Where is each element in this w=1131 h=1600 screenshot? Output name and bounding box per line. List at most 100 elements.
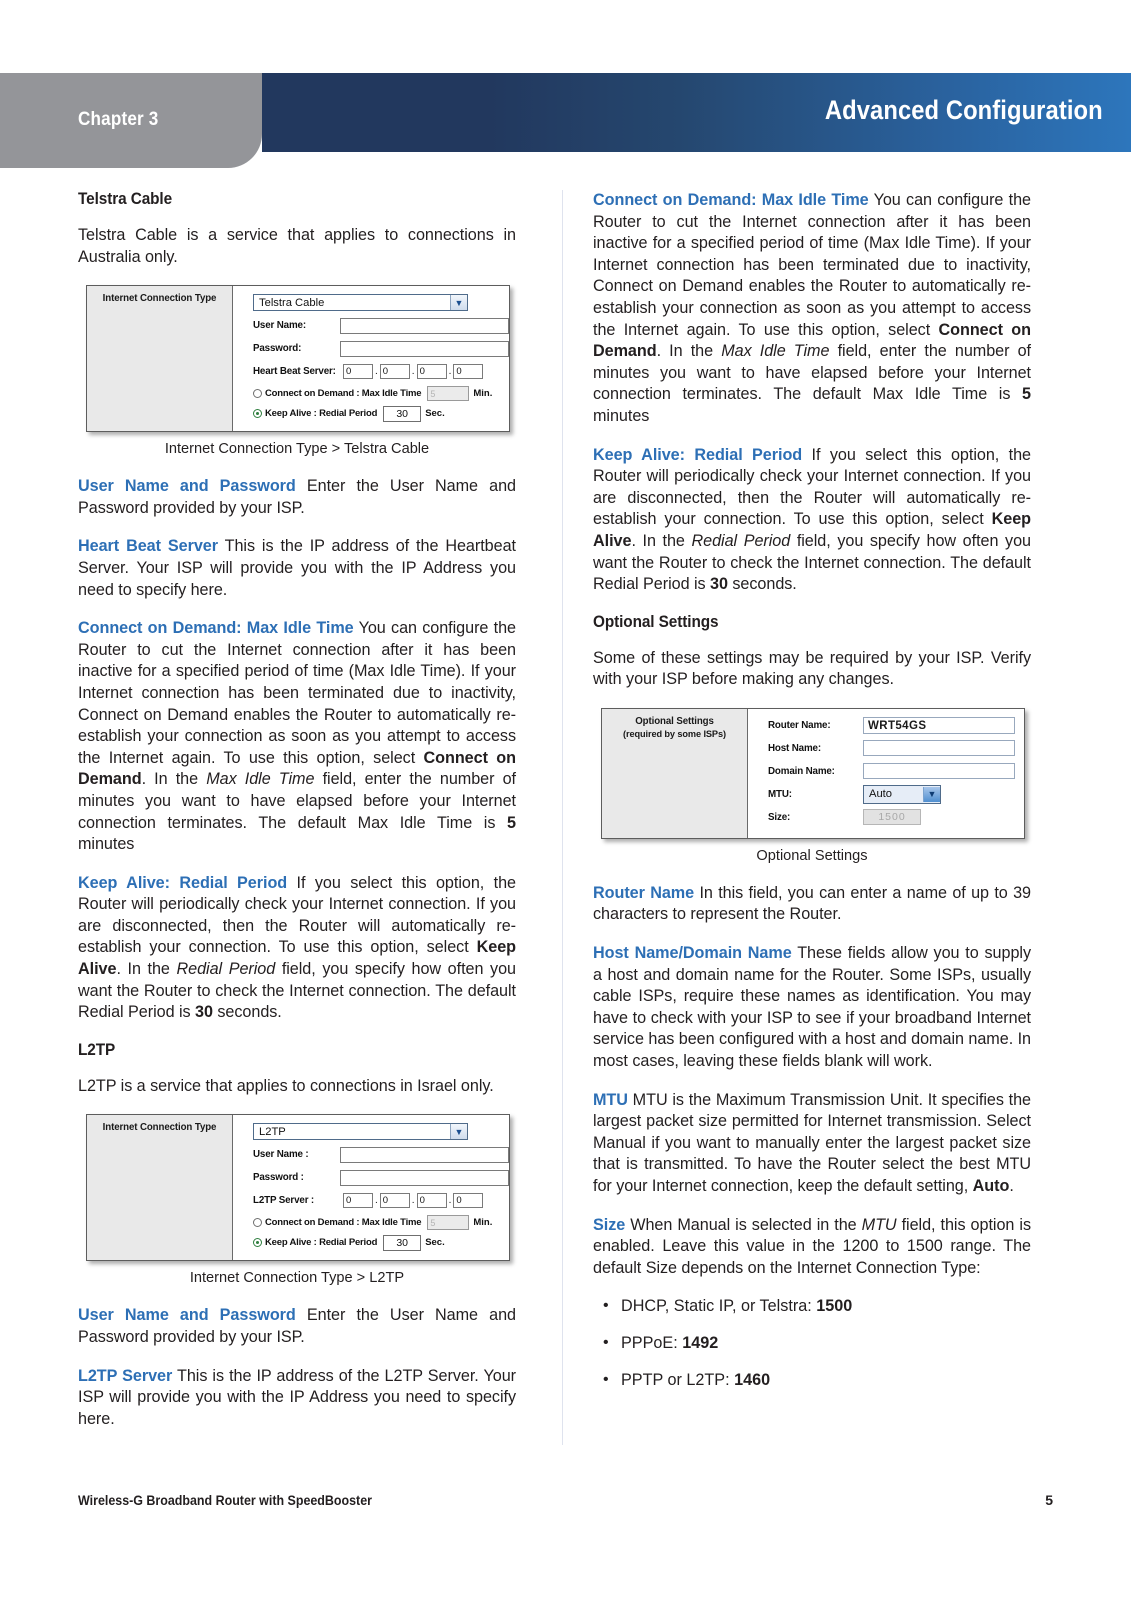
user-name-input[interactable] xyxy=(339,317,509,334)
domain-name-input[interactable] xyxy=(863,763,1015,780)
max-idle-time-input[interactable]: 5 xyxy=(427,386,470,402)
chapter-label: Chapter 3 xyxy=(78,109,159,130)
size-body-1: When Manual is selected in the xyxy=(625,1215,862,1234)
bullet-text: PPTP or L2TP: xyxy=(621,1370,735,1389)
l2tp-server-term: L2TP Server xyxy=(78,1366,173,1385)
host-domain-term: Host Name/Domain Name xyxy=(593,944,792,963)
footer-page-number: 5 xyxy=(1045,1492,1053,1508)
ka-italic: Redial Period xyxy=(176,960,276,979)
connect-on-demand-paragraph: Connect on Demand: Max Idle Time You can… xyxy=(78,618,516,856)
domain-name-row: Domain Name: xyxy=(768,761,1024,782)
connect-on-demand-term: Connect on Demand: Max Idle Time xyxy=(593,191,869,209)
ip-octet-2[interactable]: 0 xyxy=(379,364,410,380)
redial-period-input[interactable]: 30 xyxy=(383,405,422,422)
heart-beat-server-row: Heart Beat Server: 0 . 0 . 0 . 0 xyxy=(253,361,509,382)
connect-on-demand-paragraph: Connect on Demand: Max Idle Time You can… xyxy=(593,190,1031,428)
figure-panel-title-area: Optional Settings (required by some ISPs… xyxy=(602,708,748,838)
keep-alive-radio[interactable] xyxy=(253,409,262,419)
user-name-input[interactable] xyxy=(339,1146,509,1163)
ip-octet-2[interactable]: 0 xyxy=(379,1193,410,1209)
page-content: Telstra Cable Telstra Cable is a service… xyxy=(0,190,1131,1480)
ka-bold-2: 30 xyxy=(195,1003,213,1022)
ip-octet-group: 0 . 0 . 0 . 0 xyxy=(343,364,484,380)
l2tp-heading: L2TP xyxy=(78,1040,116,1059)
user-name-password-paragraph: User Name and Password Enter the User Na… xyxy=(78,476,516,519)
connect-on-demand-radio[interactable] xyxy=(253,389,262,399)
ip-octet-3[interactable]: 0 xyxy=(416,1193,447,1209)
router-name-input[interactable]: WRT54GS xyxy=(863,716,1015,734)
ip-dot: . xyxy=(448,1195,452,1207)
telstra-figure-caption: Internet Connection Type > Telstra Cable xyxy=(164,441,430,458)
chevron-down-icon: ▼ xyxy=(450,1124,467,1140)
mtu-value: Auto xyxy=(869,788,893,801)
chapter-tab: Chapter 3 xyxy=(0,73,262,168)
figure-fields-area: L2TP ▼ User Name : Password : L2TP Serve… xyxy=(233,1115,509,1261)
keep-alive-label: Keep Alive : Redial Period xyxy=(265,1237,378,1249)
password-label: Password: xyxy=(253,343,302,355)
connection-type-select[interactable]: Telstra Cable ▼ xyxy=(253,294,468,312)
ip-octet-4[interactable]: 0 xyxy=(453,1193,484,1209)
ip-dot: . xyxy=(411,366,415,378)
heart-beat-server-label: Heart Beat Server: xyxy=(253,366,336,378)
password-row: Password: xyxy=(253,338,509,359)
size-defaults-list: DHCP, Static IP, or Telstra: 1500 PPPoE:… xyxy=(593,1295,1031,1391)
l2tp-server-row: L2TP Server : 0 . 0 . 0 . 0 xyxy=(253,1190,509,1211)
router-name-paragraph: Router Name In this field, you can enter… xyxy=(593,883,1031,926)
host-domain-body: These fields allow you to supply a host … xyxy=(593,944,1031,1071)
mtu-select[interactable]: Auto ▼ xyxy=(863,784,941,804)
password-input[interactable] xyxy=(339,1169,509,1186)
cod-body-4: minutes xyxy=(593,406,650,425)
ip-dot: . xyxy=(375,366,378,378)
cod-italic: Max Idle Time xyxy=(721,342,830,361)
chevron-down-icon: ▼ xyxy=(450,295,467,311)
right-column: Connect on Demand: Max Idle Time You can… xyxy=(593,190,1031,1406)
optional-settings-figure: Optional Settings (required by some ISPs… xyxy=(601,707,1025,839)
connect-on-demand-radio[interactable] xyxy=(253,1218,262,1228)
ip-dot: . xyxy=(375,1195,378,1207)
heart-beat-server-term: Heart Beat Server xyxy=(78,537,218,556)
ip-octet-1[interactable]: 0 xyxy=(343,364,373,380)
connect-on-demand-term: Connect on Demand: Max Idle Time xyxy=(78,619,354,638)
user-name-label: User Name: xyxy=(253,320,306,332)
optional-settings-intro: Some of these settings may be required b… xyxy=(593,648,1031,689)
bullet-value: 1500 xyxy=(816,1297,853,1316)
router-name-label: Router Name: xyxy=(768,719,831,731)
optional-settings-heading: Optional Settings xyxy=(593,612,719,631)
size-italic: MTU xyxy=(861,1215,897,1234)
connection-type-select[interactable]: L2TP ▼ xyxy=(253,1123,468,1141)
figure-panel-title-area: Internet Connection Type xyxy=(87,286,233,432)
connect-on-demand-label: Connect on Demand : Max Idle Time xyxy=(265,1217,422,1229)
mtu-row: MTU: Auto ▼ xyxy=(768,784,1024,805)
cod-body-2: . In the xyxy=(141,770,207,789)
redial-period-input[interactable]: 30 xyxy=(383,1234,422,1251)
domain-name-label: Domain Name: xyxy=(768,765,835,777)
max-idle-time-input[interactable]: 5 xyxy=(427,1215,470,1231)
keep-alive-label: Keep Alive : Redial Period xyxy=(265,408,378,420)
bullet-value: 1460 xyxy=(734,1370,771,1389)
telstra-connection-figure: Internet Connection Type Telstra Cable ▼… xyxy=(86,285,510,433)
host-name-row: Host Name: xyxy=(768,738,1024,759)
ka-body-2: . In the xyxy=(116,960,177,979)
ip-octet-4[interactable]: 0 xyxy=(453,364,484,380)
password-input[interactable] xyxy=(339,340,509,357)
l2tp-server-label: L2TP Server : xyxy=(253,1195,315,1207)
cod-italic: Max Idle Time xyxy=(206,770,315,789)
keep-alive-radio[interactable] xyxy=(253,1238,262,1248)
connect-on-demand-row: Connect on Demand : Max Idle Time 5 Min. xyxy=(253,384,509,403)
size-input: 1500 xyxy=(863,809,921,826)
left-column: Telstra Cable Telstra Cable is a service… xyxy=(78,190,516,1430)
header-banner: Advanced Configuration xyxy=(262,73,1131,152)
heart-beat-server-paragraph: Heart Beat Server This is the IP address… xyxy=(78,536,516,601)
list-item: DHCP, Static IP, or Telstra: 1500 xyxy=(603,1295,1031,1318)
ip-octet-3[interactable]: 0 xyxy=(416,364,447,380)
page-footer: Wireless-G Broadband Router with SpeedBo… xyxy=(78,1492,1053,1508)
size-label: Size: xyxy=(768,811,791,823)
host-name-input[interactable] xyxy=(863,740,1015,757)
ip-dot: . xyxy=(448,366,452,378)
ip-octet-1[interactable]: 0 xyxy=(343,1193,373,1209)
page-header: Advanced Configuration Chapter 3 xyxy=(0,0,1131,190)
host-name-label: Host Name: xyxy=(768,742,821,754)
ka-body-4: seconds. xyxy=(212,1003,282,1022)
l2tp-connection-figure: Internet Connection Type L2TP ▼ User Nam… xyxy=(86,1114,510,1262)
keep-alive-term: Keep Alive: Redial Period xyxy=(78,873,288,892)
